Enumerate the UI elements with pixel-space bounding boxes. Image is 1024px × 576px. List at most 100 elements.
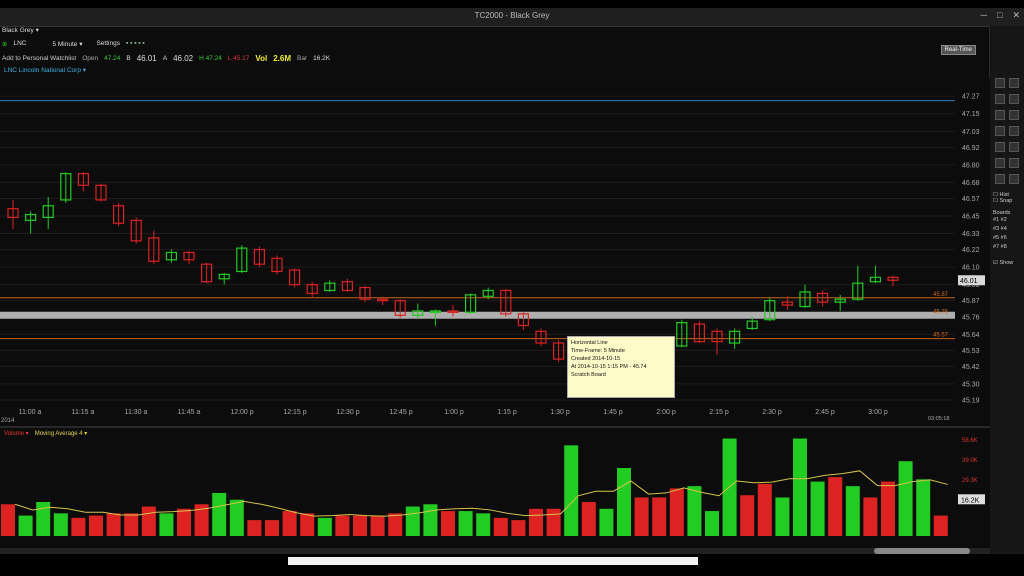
- volume-indicator-label[interactable]: Volume ▾: [4, 430, 29, 437]
- show-toggle[interactable]: ☑ Show: [993, 260, 1024, 266]
- arrow-tool-icon[interactable]: [1009, 142, 1019, 152]
- price-tick-label: 45.42: [962, 364, 980, 371]
- volume-bar: [106, 513, 121, 536]
- add-watchlist-link[interactable]: Add to Personal Watchlist: [2, 55, 76, 62]
- price-tick-label: 46.80: [962, 162, 980, 169]
- price-tick-label: 45.87: [962, 298, 980, 305]
- volume-tick-label: 29.3K: [962, 478, 978, 484]
- price-tick-label: 46.92: [962, 145, 980, 152]
- volume-bar: [476, 513, 491, 536]
- volume-bar: [89, 515, 103, 536]
- settings-button[interactable]: Settings: [96, 40, 120, 47]
- volume-bar: [687, 486, 702, 536]
- volume-bar: [441, 511, 455, 536]
- bar-value: 16.2K: [313, 54, 331, 62]
- tooltip-line1: Time-Frame: 5 Minute: [571, 348, 625, 354]
- boards-grid[interactable]: #1 #2 #3 #4 #5 #6 #7 #8: [993, 216, 1024, 252]
- volume-bar: [652, 497, 667, 536]
- current-volume-label: 16.2K: [961, 497, 980, 504]
- trendline-tool-icon[interactable]: [995, 94, 1005, 104]
- volume-bar: [71, 517, 86, 536]
- bar-label: Bar: [297, 54, 308, 62]
- volume-bar: [18, 515, 33, 536]
- realtime-button[interactable]: Real-Time: [940, 45, 976, 55]
- volume-bar: [881, 481, 895, 536]
- volume-bar: [828, 477, 843, 536]
- volume-bar: [53, 513, 68, 536]
- drawing-tooltip: Horizontal Line Time-Frame: 5 Minute Cre…: [567, 336, 675, 398]
- volume-bar: [933, 515, 948, 536]
- volume-bar: [634, 497, 649, 536]
- ellipse-tool-icon[interactable]: [1009, 158, 1019, 168]
- time-right-label: 03:05:18: [928, 416, 949, 422]
- volume-bar: [916, 479, 931, 536]
- volume-bar: [1, 504, 15, 536]
- drawing-tools-panel: ☐ Hist ☐ Snap Boards #1 #2 #3 #4 #5 #6 #7 #…: [989, 26, 1024, 554]
- time-tick-label: 3:00 p: [868, 409, 888, 416]
- quote-bar: Add to Personal Watchlist Open 47.24 B 4…: [0, 52, 992, 64]
- layout-selector[interactable]: Black Grey ▾: [0, 26, 990, 37]
- close-button[interactable]: ✕: [1012, 10, 1020, 21]
- volume-bar: [353, 515, 367, 536]
- tooltip-title: Horizontal Line: [571, 340, 608, 346]
- volume-bar: [141, 506, 156, 536]
- volume-bar: [212, 492, 227, 536]
- cursor-tool-icon[interactable]: [995, 78, 1005, 88]
- volume-bar: [546, 508, 561, 536]
- ask-label: A: [162, 54, 168, 62]
- time-tick-label: 11:30 a: [125, 409, 148, 416]
- time-tick-label: 12:00 p: [230, 409, 253, 416]
- bid-label: B: [126, 54, 131, 62]
- video-caption-bar: [288, 557, 698, 565]
- price-tick-label: 47.15: [962, 111, 980, 118]
- volume-bar: [265, 520, 279, 536]
- volume-bar: [669, 488, 684, 536]
- symbol-button[interactable]: LNC: [13, 40, 26, 47]
- volume-bar: [388, 513, 403, 536]
- ruler-tool-icon[interactable]: [995, 174, 1005, 184]
- time-tick-label: 1:15 p: [497, 409, 517, 416]
- erase-tool-icon[interactable]: [1009, 174, 1019, 184]
- maximize-button[interactable]: □: [997, 10, 1002, 21]
- price-chart[interactable]: 45.87 45.76 45.57 47.27 47.15 47.03 46.92 46.8…: [0, 78, 990, 548]
- toolbar-icons[interactable]: ▪ ▪ ▪ ▪ ▪: [126, 40, 145, 47]
- volume-bar: [863, 497, 878, 536]
- ma-indicator-label[interactable]: Moving Average 4 ▾: [35, 430, 88, 437]
- text-tool-icon[interactable]: [995, 142, 1005, 152]
- volume-bar: [282, 511, 297, 536]
- interval-dropdown[interactable]: 5 Minute ▾: [52, 40, 82, 48]
- price-tick-label: 46.33: [962, 231, 980, 238]
- horizontal-scrollbar[interactable]: [0, 548, 990, 554]
- volume-tick-label: 58.6K: [962, 438, 978, 444]
- title-bar: TC2000 - Black Grey ─ □ ✕: [0, 8, 1024, 27]
- tooltip-line3: At 2014-10-15 1:15 PM - 45.74: [571, 364, 647, 370]
- volume-bar: [370, 515, 385, 536]
- snap-toggle[interactable]: ☐ Snap: [993, 198, 1024, 204]
- price-tick-label: 45.30: [962, 381, 980, 388]
- volume-bar: [740, 495, 755, 536]
- rect-tool-icon[interactable]: [995, 158, 1005, 168]
- layout-name[interactable]: Black Grey ▾: [0, 27, 39, 34]
- vline-tool-icon[interactable]: [1009, 110, 1019, 120]
- price-tick-label: 45.53: [962, 348, 980, 355]
- date-label: 2014: [1, 418, 15, 424]
- horizontal-line-label: 45.76: [933, 309, 949, 315]
- scrollbar-handle[interactable]: [874, 548, 970, 554]
- volume-bar: [810, 481, 825, 536]
- channel-tool-icon[interactable]: [995, 126, 1005, 136]
- pen-tool-icon[interactable]: [1009, 94, 1019, 104]
- symbol-title[interactable]: LNC Lincoln National Corp ▾: [0, 66, 86, 74]
- volume-bar: [757, 483, 772, 536]
- crosshair-tool-icon[interactable]: [1009, 78, 1019, 88]
- hline-tool-icon[interactable]: [995, 110, 1005, 120]
- fib-tool-icon[interactable]: [1009, 126, 1019, 136]
- low-value: L 45.17: [227, 54, 250, 62]
- minimize-button[interactable]: ─: [981, 10, 987, 21]
- add-icon[interactable]: ⊕: [2, 40, 7, 48]
- tool-grid[interactable]: ☐ Hist ☐ Snap Boards #1 #2 #3 #4 #5 #6 #7 #…: [990, 26, 1024, 266]
- volume-bar: [229, 499, 244, 536]
- volume-bar: [793, 438, 807, 536]
- time-tick-label: 11:15 a: [72, 409, 95, 416]
- volume-bar: [159, 513, 174, 536]
- price-tick-label: 46.57: [962, 196, 980, 203]
